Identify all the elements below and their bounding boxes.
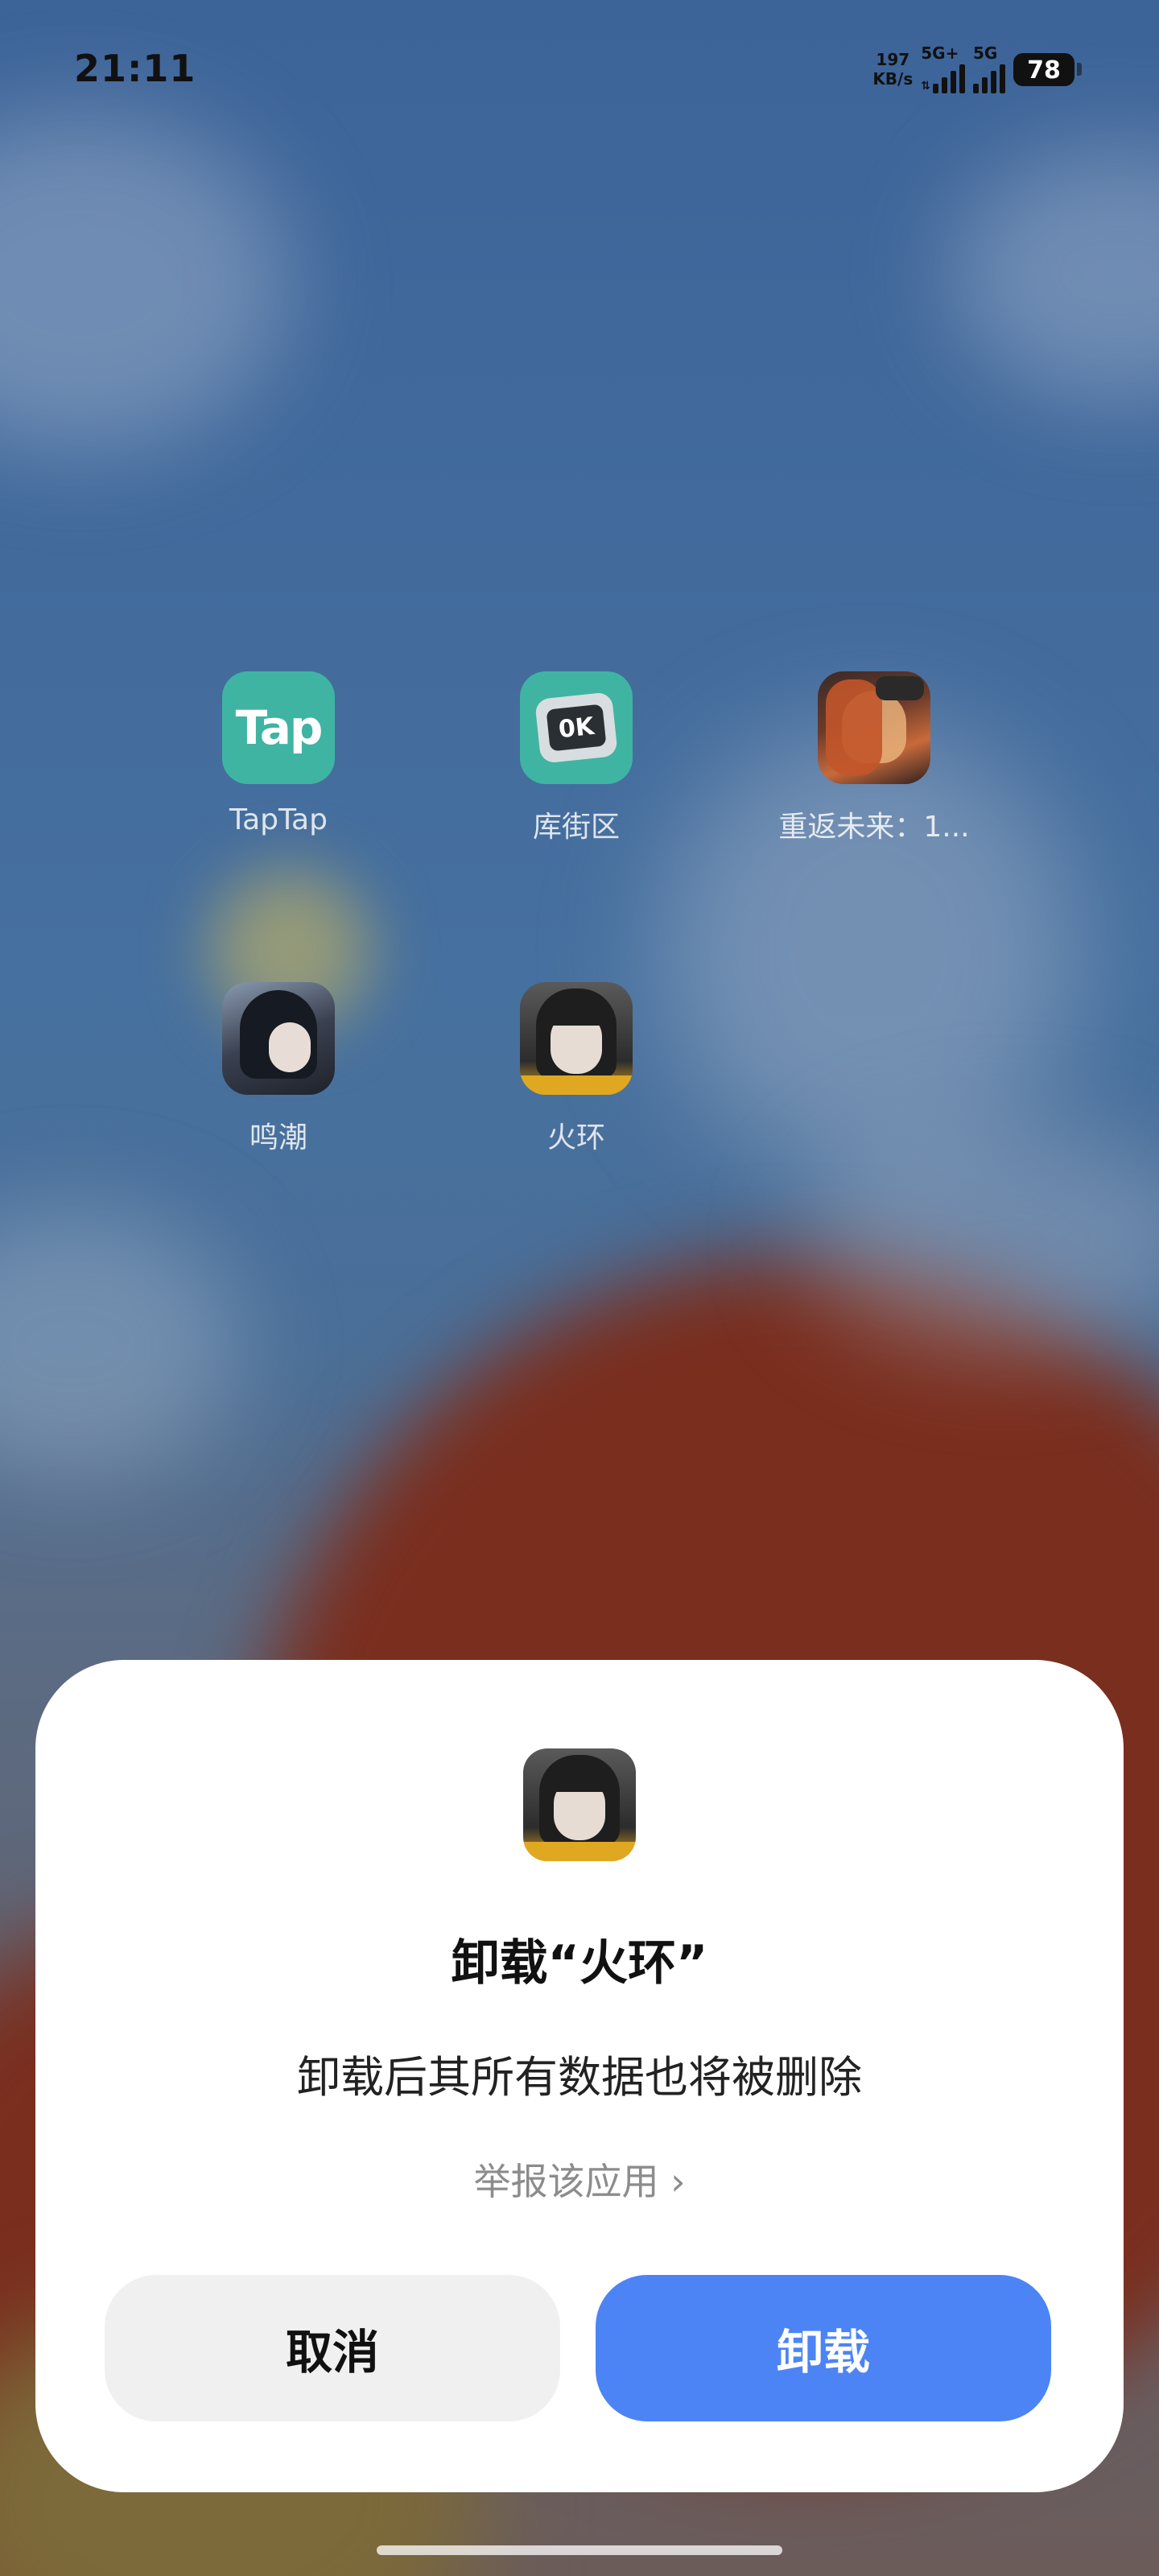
app-label: 重返未来：1...	[778, 811, 970, 844]
sim1-signal: 5G+ ⇅	[921, 45, 965, 93]
reverse1999-icon	[818, 671, 930, 784]
app-label: TapTap	[229, 803, 328, 836]
app-kujiequ[interactable]: 0K 库街区	[456, 671, 697, 845]
battery-level: 78	[1013, 52, 1074, 86]
app-taptap[interactable]: Tap TapTap	[158, 671, 399, 836]
uninstall-dialog: 卸载“火环” 卸载后其所有数据也将被删除 举报该应用 › 取消 卸载	[35, 1660, 1124, 2492]
app-wuthering-waves[interactable]: 鸣潮	[158, 982, 399, 1156]
network-speed: 197 KB/s	[872, 50, 913, 89]
status-icons: 197 KB/s 5G+ ⇅ 5G 78	[872, 45, 1082, 93]
network-speed-value: 197	[876, 50, 910, 69]
battery-icon: 78	[1013, 52, 1082, 86]
app-huohuan[interactable]: 火环	[456, 982, 697, 1156]
kujiequ-icon: 0K	[520, 671, 633, 784]
wuthering-waves-icon	[222, 982, 335, 1095]
signal-bars-icon	[933, 61, 965, 93]
network-speed-unit: KB/s	[872, 69, 914, 89]
taptap-icon: Tap	[222, 671, 335, 784]
sim1-network-type: 5G+	[921, 43, 959, 63]
app-label: 鸣潮	[249, 1121, 307, 1154]
huohuan-icon	[523, 1748, 636, 1861]
cancel-button[interactable]: 取消	[105, 2275, 560, 2421]
huohuan-icon	[520, 982, 633, 1095]
dialog-title: 卸载“火环”	[451, 1935, 708, 1992]
sim2-network-type: 5G	[973, 43, 998, 63]
dialog-message: 卸载后其所有数据也将被删除	[297, 2052, 862, 2103]
data-activity-icon: ⇅	[921, 80, 930, 93]
signal-bars-icon	[973, 61, 1005, 93]
home-indicator[interactable]	[377, 2545, 782, 2555]
app-label: 火环	[547, 1121, 605, 1154]
report-app-link[interactable]: 举报该应用 ›	[35, 2153, 1124, 2206]
app-reverse1999[interactable]: 重返未来：1...	[753, 671, 995, 845]
sim2-signal: 5G	[973, 45, 1005, 93]
uninstall-button[interactable]: 卸载	[596, 2275, 1051, 2421]
status-time: 21:11	[74, 47, 196, 90]
app-label: 库街区	[532, 811, 620, 844]
